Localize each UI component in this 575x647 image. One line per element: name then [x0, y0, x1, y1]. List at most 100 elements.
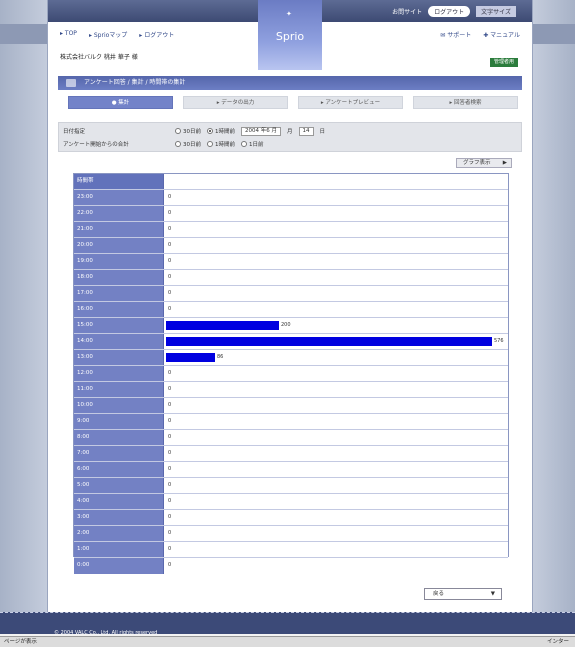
chart-bar-cell: 0 [164, 254, 508, 269]
chart-row: 4:00 0 [74, 494, 508, 510]
sparkle-icon: ✦ [286, 10, 292, 18]
chart-value-label: 0 [168, 258, 172, 264]
filter-row-total: アンケート開始からの合計 30日前 1時間前 1日前 [63, 138, 264, 150]
radio-1hour[interactable]: 1時間前 [207, 127, 235, 135]
chart-value-label: 0 [168, 466, 172, 472]
tab-data-output[interactable]: ▸ データの出力 [183, 96, 288, 109]
radio-30days[interactable]: 30日前 [175, 127, 201, 135]
chart-value-label: 576 [494, 338, 504, 344]
nav-link-support[interactable]: ✉ サポート [440, 30, 471, 40]
tab-bar: ● 集計 ▸ データの出力 ▸ アンケートプレビュー ▸ 回答者検索 [68, 96, 518, 110]
filter-label-date: 日付指定 [63, 129, 86, 135]
chart-bar-cell: 0 [164, 558, 508, 574]
chart-category-label: 14:00 [74, 334, 164, 349]
chart-row: 15:00 200 [74, 318, 508, 334]
chart-category-label: 21:00 [74, 222, 164, 237]
chart-value-label: 0 [168, 242, 172, 248]
chart-value-label: 0 [168, 306, 172, 312]
chart-category-label: 6:00 [74, 462, 164, 477]
chart-bar-cell: 0 [164, 302, 508, 317]
chart-row: 16:00 0 [74, 302, 508, 318]
chart-value-label: 0 [168, 546, 172, 552]
chart-row: 14:00 576 [74, 334, 508, 350]
top-links: お問サイト ログアウト 文字サイズ [392, 6, 516, 17]
chart-bar-cell: 0 [164, 222, 508, 237]
month-unit: 月 [287, 129, 293, 135]
filter-row-date: 日付指定 30日前 1時間前 2004 年6 月 月 14 日 [63, 125, 325, 137]
chart-category-label: 18:00 [74, 270, 164, 285]
chart-bar-cell: 0 [164, 206, 508, 221]
radio-total-1day[interactable]: 1日前 [241, 140, 264, 148]
chart-bar-cell: 0 [164, 366, 508, 381]
chart-category-label: 9:00 [74, 414, 164, 429]
chart-bar-cell: 0 [164, 526, 508, 541]
tab-search[interactable]: ▸ 回答者検索 [413, 96, 518, 109]
chart-category-label: 0:00 [74, 558, 164, 574]
chart-value-label: 0 [168, 194, 172, 200]
chart-category-label: 5:00 [74, 478, 164, 493]
left-band [0, 24, 47, 44]
top-link-site[interactable]: お問サイト [392, 7, 422, 16]
logout-pill[interactable]: ログアウト [428, 6, 471, 17]
chart-header-cell [164, 174, 508, 189]
page-title: アンケート回答 / 集計 / 時間帯の集計 [84, 79, 186, 86]
nav-link-manual[interactable]: ✚ マニュアル [483, 30, 520, 40]
manager-button[interactable]: 管理者用 [490, 58, 518, 67]
chart-category-label: 4:00 [74, 494, 164, 509]
chart-category-label: 20:00 [74, 238, 164, 253]
chart-bar-cell: 86 [164, 350, 508, 365]
chart-value-label: 0 [168, 514, 172, 520]
hourly-bar-chart: 時間帯 23:00 0 22:00 0 21:00 0 20:00 0 19:00 0 18:00 0… [73, 173, 509, 574]
chart-row: 13:00 86 [74, 350, 508, 366]
chart-bar-cell: 0 [164, 462, 508, 477]
radio-icon [207, 128, 213, 134]
radio-icon [175, 141, 181, 147]
radio-total-30days[interactable]: 30日前 [175, 140, 201, 148]
chart-bar-cell: 0 [164, 446, 508, 461]
chart-value-label: 0 [168, 450, 172, 456]
chart-category-label: 11:00 [74, 382, 164, 397]
chart-value-label: 0 [168, 210, 172, 216]
nav-link-top[interactable]: ▸ TOP [60, 30, 77, 40]
chart-bar [166, 353, 215, 362]
year-month-select[interactable]: 2004 年6 月 [241, 126, 281, 136]
chart-category-label: 3:00 [74, 510, 164, 525]
day-unit: 日 [319, 129, 326, 135]
radio-total-1hour[interactable]: 1時間前 [207, 140, 235, 148]
chart-row: 21:00 0 [74, 222, 508, 238]
chart-row: 10:00 0 [74, 398, 508, 414]
chart-value-label: 0 [168, 386, 172, 392]
chart-bar-cell: 0 [164, 238, 508, 253]
chart-row: 18:00 0 [74, 270, 508, 286]
status-zone: インター [546, 639, 569, 645]
chart-row: 23:00 0 [74, 190, 508, 206]
chart-bar [166, 321, 279, 330]
chart-bar [166, 337, 492, 346]
tab-preview[interactable]: ▸ アンケートプレビュー [298, 96, 403, 109]
right-band [533, 24, 575, 44]
graph-display-button[interactable]: グラフ表示 ▶ [456, 158, 512, 168]
day-select[interactable]: 14 [298, 126, 314, 136]
chart-category-label: 16:00 [74, 302, 164, 317]
tab-summary[interactable]: ● 集計 [68, 96, 173, 109]
chart-value-label: 0 [168, 226, 172, 232]
chart-category-label: 22:00 [74, 206, 164, 221]
bottom-select[interactable]: 戻る ▼ [424, 588, 502, 600]
main-frame: お問サイト ログアウト 文字サイズ ✦ Sprio ▸ TOP ▸ Sprioマ… [47, 0, 533, 612]
nav-link-map[interactable]: ▸ Sprioマップ [89, 30, 127, 40]
chart-row: 9:00 0 [74, 414, 508, 430]
nav-link-logout[interactable]: ▸ ログアウト [139, 30, 174, 40]
chart-bar-cell: 0 [164, 510, 508, 525]
chart-value-label: 0 [168, 434, 172, 440]
chart-value-label: 0 [168, 274, 172, 280]
chart-category-label: 23:00 [74, 190, 164, 205]
page-title-bar: アンケート回答 / 集計 / 時間帯の集計 [58, 76, 522, 90]
dropdown-arrow-icon: ▼ [490, 591, 495, 597]
chart-value-label: 0 [168, 530, 172, 536]
chart-category-label: 17:00 [74, 286, 164, 301]
chart-row: 3:00 0 [74, 510, 508, 526]
left-background [0, 0, 47, 612]
chart-bar-cell: 0 [164, 286, 508, 301]
chart-value-label: 0 [168, 290, 172, 296]
font-size-button[interactable]: 文字サイズ [476, 6, 516, 17]
